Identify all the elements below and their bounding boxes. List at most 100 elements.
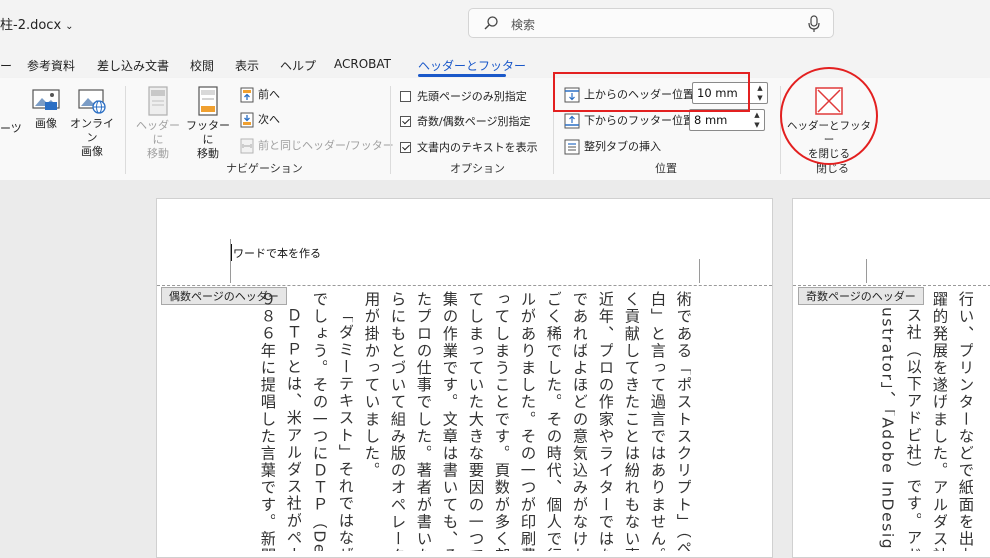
annotation-highlight-circle (780, 67, 878, 165)
link-to-previous-button[interactable]: 前と同じヘッダー/フッター (240, 137, 394, 154)
search-icon (484, 16, 498, 30)
body-text-column: ustrator」、「Adobe InDesign」 (879, 307, 895, 551)
previous-icon (240, 87, 254, 103)
next-icon (240, 112, 254, 128)
text-cursor (231, 244, 232, 261)
body-text-column: ＤＴＰとは、米アルダス社がペー (285, 307, 301, 551)
next-button[interactable]: 次へ (240, 111, 280, 128)
go-to-footer-icon (198, 86, 218, 116)
body-text-column: 白」と言って過言ではありません。そ (649, 291, 665, 551)
page-even[interactable]: ワードで本を作る 偶数ページのヘッダー 術である「ポストスクリプト」（ペ 白」と… (156, 198, 773, 558)
go-to-footer-label-1: フッターに (186, 119, 230, 146)
body-text-column: であればよほどの意気込みがなければ (571, 291, 587, 551)
document-title-text: 柱-2.docx (0, 18, 62, 33)
body-text-column: ってしまうことです。頁数が多く部数 (493, 291, 509, 551)
tab-references[interactable]: 参考資料 (27, 57, 75, 74)
online-picture-icon (78, 89, 106, 114)
navigation-group-label: ナビゲーション (226, 162, 303, 175)
go-to-footer-label-2: 移動 (197, 147, 219, 160)
microphone-icon[interactable] (807, 15, 821, 33)
body-text-column: 「ダミーテキスト」それではなぜ今 (337, 307, 353, 551)
footer-from-bottom-value: 8 mm (694, 113, 728, 127)
footer-from-bottom-spinner[interactable]: 8 mm ▲ ▼ (689, 109, 765, 131)
separator (125, 86, 126, 174)
header-boundary-line (157, 285, 772, 286)
annotation-highlight-box (553, 72, 750, 112)
search-placeholder: 検索 (511, 18, 536, 32)
previous-button[interactable]: 前へ (240, 86, 280, 103)
body-text-column: 行い、プリンターなどで紙面を出力 (957, 291, 973, 551)
body-text-column: ごく稀でした。その時代、個人で行う (545, 291, 561, 551)
body-text-column: てしまっていた大きな要因の一つでは (467, 291, 483, 551)
different-odd-even-checkbox[interactable]: 奇数/偶数ページ別指定 (400, 113, 531, 129)
checkbox-checked (400, 115, 411, 127)
footer-from-bottom-row: 下からのフッター位置: (564, 112, 698, 129)
header-text[interactable]: ワードで本を作る (233, 245, 321, 261)
body-text-column: らにもとづいて組み版のオペレーター (389, 291, 405, 551)
margin-corner-mark (866, 259, 867, 283)
insert-alignment-tab-label: 整列タブの挿入 (584, 140, 661, 153)
body-text-column: でしょう。その一つにＤＴＰ（Desk (311, 291, 327, 551)
tab-view[interactable]: 表示 (235, 57, 259, 74)
next-label: 次へ (258, 113, 280, 126)
go-to-header-icon (148, 86, 168, 116)
page-odd[interactable]: 奇数ページのヘッダー 行い、プリンターなどで紙面を出力 躍的発展を遂げました。ア… (792, 198, 990, 558)
odd-page-header-tag: 奇数ページのヘッダー (798, 287, 924, 305)
search-box[interactable]: 検索 (468, 8, 834, 38)
tab-review[interactable]: 校閲 (190, 57, 214, 74)
different-first-page-checkbox[interactable]: 先頭ページのみ別指定 (400, 88, 527, 104)
previous-label: 前へ (258, 88, 280, 101)
document-area[interactable]: ワードで本を作る 偶数ページのヘッダー 術である「ポストスクリプト」（ペ 白」と… (0, 180, 990, 558)
quick-parts-button[interactable]: ーツ (0, 122, 22, 136)
link-to-previous-label: 前と同じヘッダー/フッター (258, 139, 394, 152)
checkbox-unchecked (400, 90, 411, 102)
footer-position-icon (564, 113, 580, 129)
quick-parts-label: ーツ (0, 122, 22, 135)
body-text-column: く貢献してきたことは紛れもない事実 (623, 291, 639, 551)
body-text-column: 躍的発展を遂げました。アルダス社 (931, 291, 947, 551)
picture-button[interactable]: 画像 (28, 88, 64, 131)
tab-help[interactable]: ヘルプ (280, 57, 316, 74)
insert-alignment-tab-button[interactable]: 整列タブの挿入 (564, 138, 661, 155)
show-document-text-checkbox[interactable]: 文書内のテキストを表示 (400, 139, 538, 155)
go-to-header-button[interactable]: ヘッダーに 移動 (132, 86, 184, 161)
online-picture-label-2: 画像 (81, 145, 103, 158)
online-pictures-button[interactable]: オンライン 画像 (68, 88, 116, 159)
header-boundary-line (793, 285, 990, 286)
body-text-column: 術である「ポストスクリプト」（ペ (675, 291, 691, 551)
tab-header-footer[interactable]: ヘッダーとフッター (418, 57, 526, 74)
title-bar: 柱-2.docx ⌄ 検索 (0, 0, 990, 50)
margin-corner-mark (699, 259, 700, 283)
picture-icon (32, 89, 60, 110)
tab-mailings[interactable]: 差し込み文書 (97, 57, 169, 74)
active-tab-indicator (418, 74, 506, 77)
position-group-label: 位置 (655, 162, 677, 175)
go-to-footer-button[interactable]: フッターに 移動 (184, 86, 232, 161)
body-text-column: たプロの仕事でした。著者が書いた原 (415, 291, 431, 551)
go-to-header-label-1: ヘッダーに (136, 119, 180, 146)
picture-label: 画像 (35, 117, 57, 130)
options-group-label: オプション (450, 162, 505, 175)
go-to-header-label-2: 移動 (147, 147, 169, 160)
footer-from-bottom-label: 下からのフッター位置: (584, 114, 698, 127)
body-text-column: ルがありました。その一つが印刷費で (519, 291, 535, 551)
tab-partial[interactable]: ー (0, 57, 12, 74)
body-text-column: 集の作業です。文章は書いても、その (441, 291, 457, 551)
checkbox-checked (400, 141, 411, 153)
document-title[interactable]: 柱-2.docx ⌄ (0, 14, 74, 33)
separator (780, 86, 781, 174)
different-odd-even-label: 奇数/偶数ページ別指定 (417, 115, 531, 128)
body-text-column: ス社（以下アドビ社）です。アドビ (905, 307, 921, 551)
spinner-arrows-icon[interactable]: ▲ ▼ (753, 83, 767, 103)
online-picture-label-1: オンライン (70, 117, 114, 144)
different-first-page-label: 先頭ページのみ別指定 (417, 90, 527, 103)
tab-acrobat[interactable]: ACROBAT (334, 57, 391, 71)
separator (390, 86, 391, 174)
link-icon (240, 138, 254, 154)
show-document-text-label: 文書内のテキストを表示 (417, 141, 538, 154)
alignment-tab-icon (564, 139, 580, 155)
spinner-arrows-icon[interactable]: ▲ ▼ (750, 110, 764, 130)
body-text-column: 近年、プロの作家やライターではな (597, 291, 613, 551)
chevron-down-icon: ⌄ (65, 21, 74, 32)
body-text-column: ９８６年に提唱した言葉です。新聞 (259, 291, 275, 551)
